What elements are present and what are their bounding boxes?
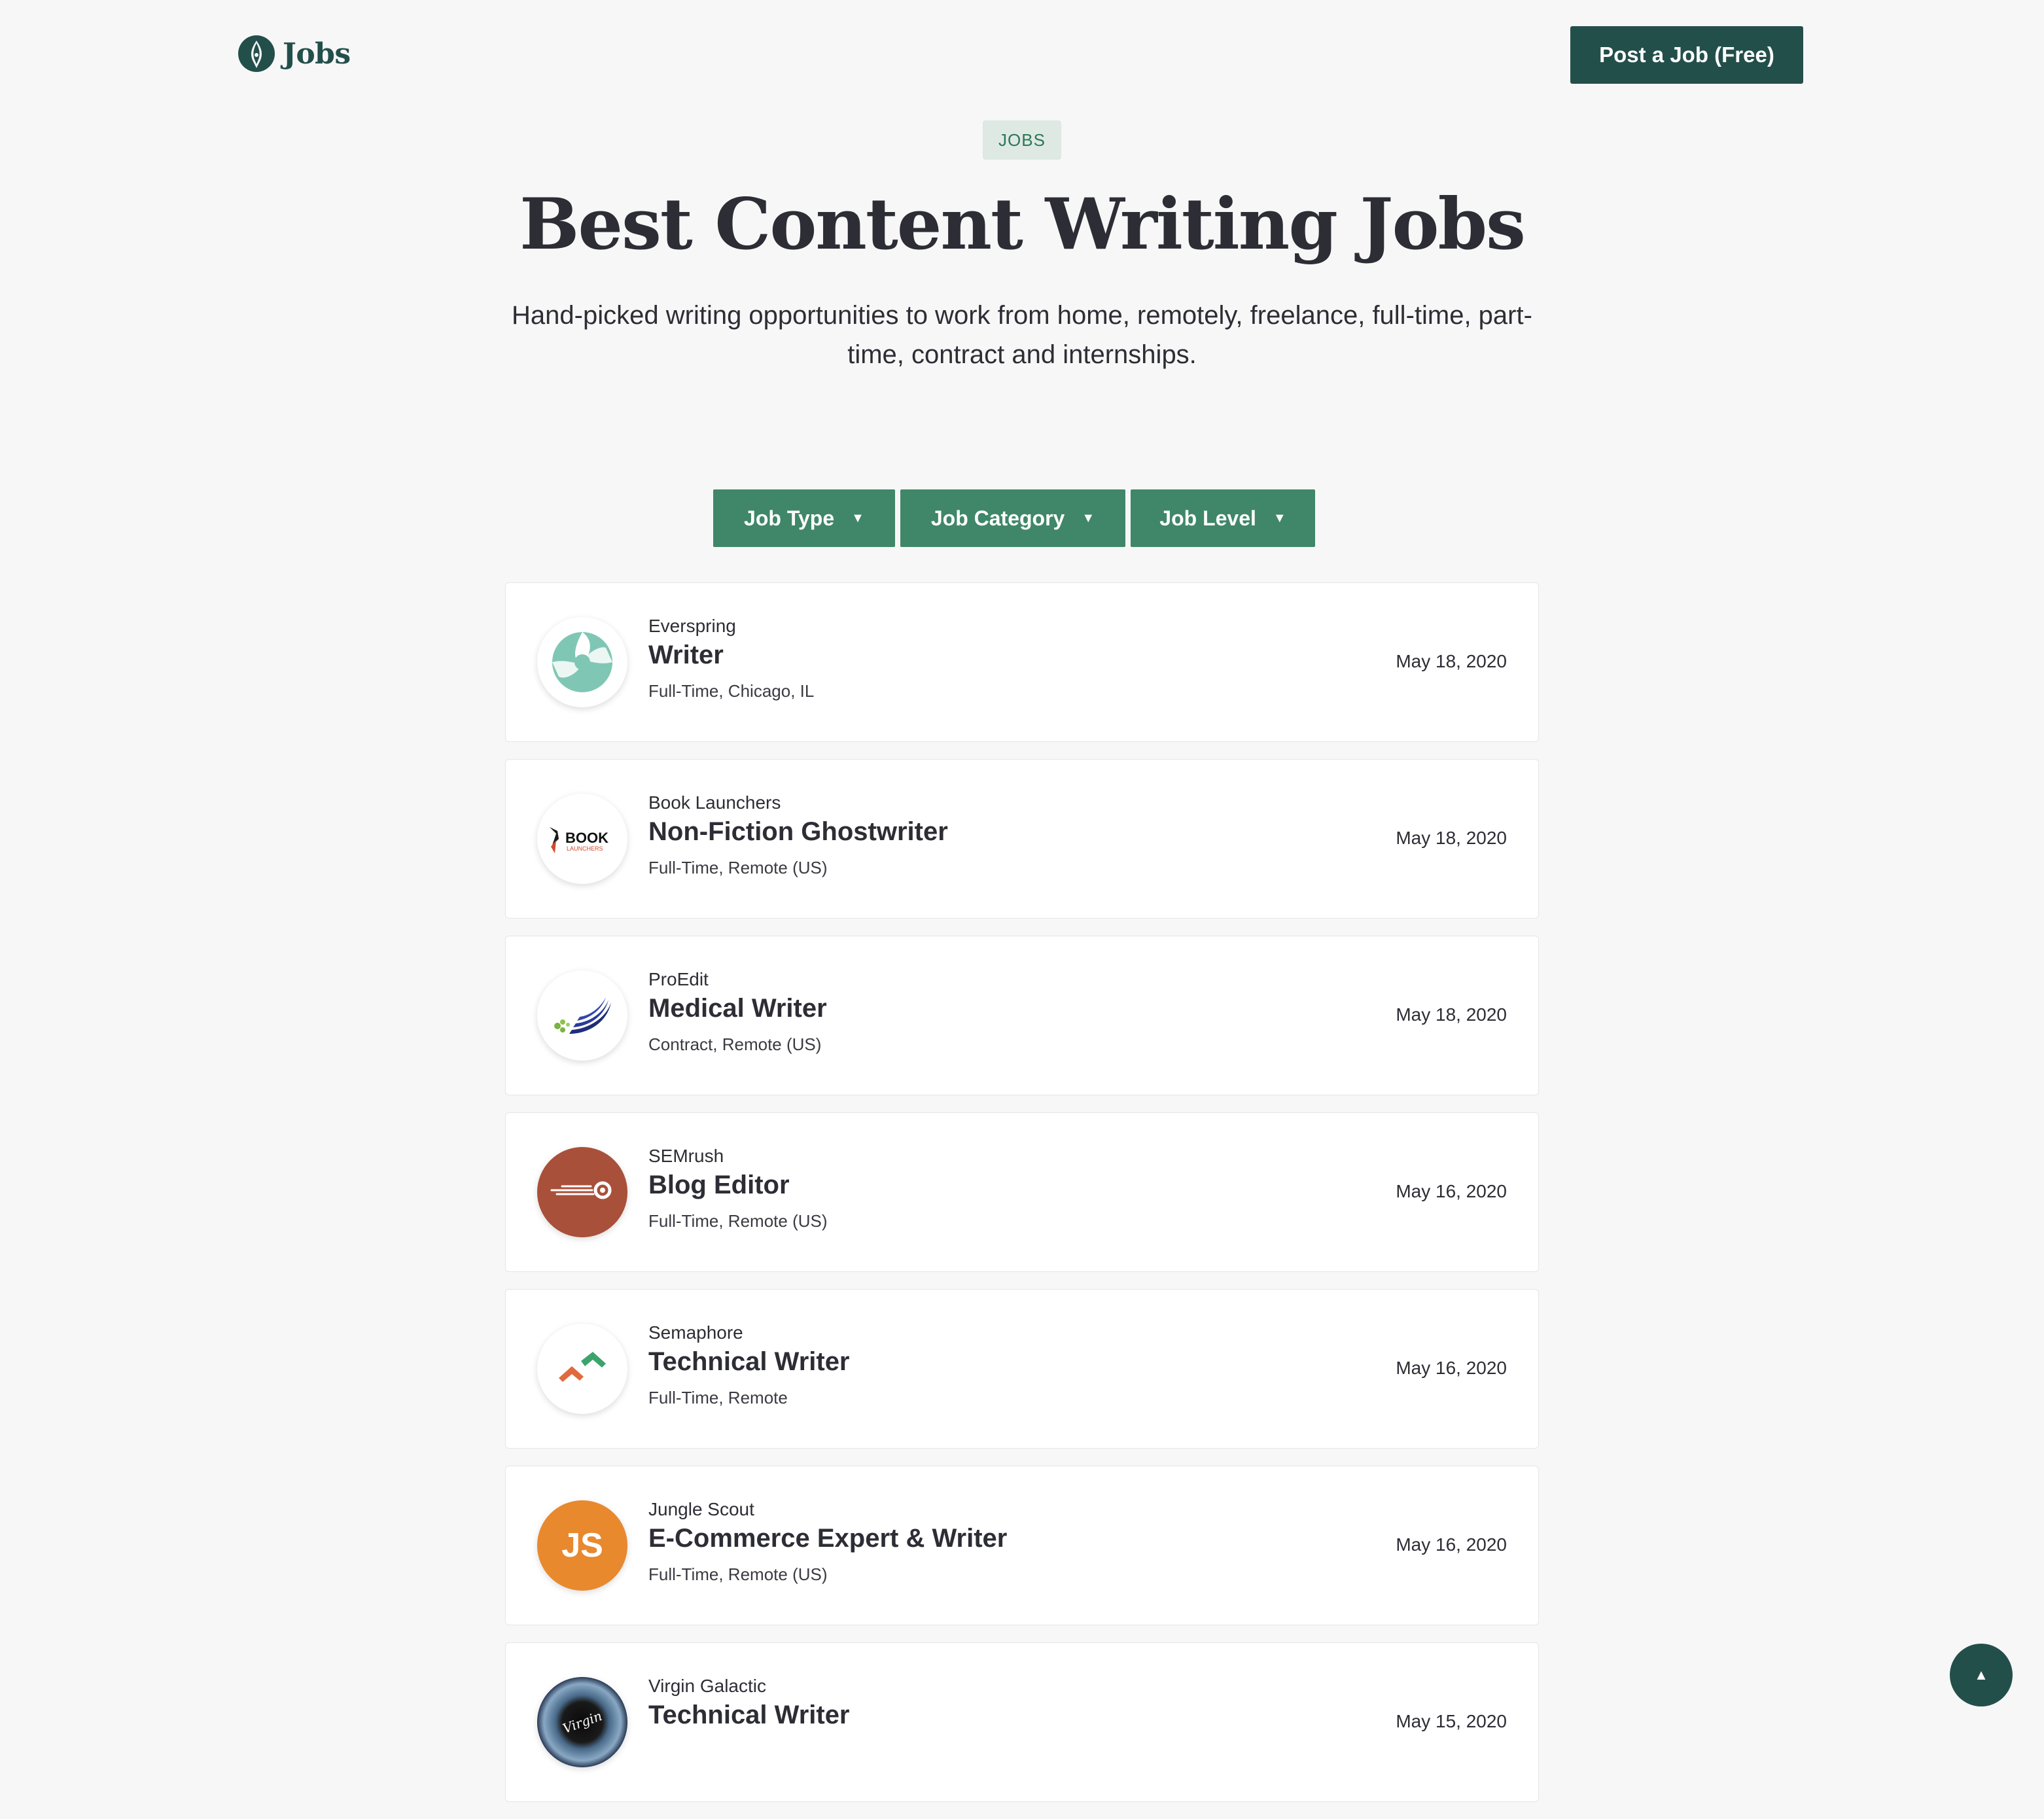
job-list: Everspring Writer Full-Time, Chicago, IL… [505, 582, 1539, 1819]
job-title[interactable]: Technical Writer [648, 1701, 850, 1730]
job-card[interactable]: ProEdit Medical Writer Contract, Remote … [505, 936, 1539, 1095]
company-avatar: JS [537, 1500, 627, 1591]
job-date: May 18, 2020 [1396, 1004, 1507, 1025]
job-title[interactable]: Non-Fiction Ghostwriter [648, 817, 948, 847]
job-date: May 16, 2020 [1396, 1181, 1507, 1201]
page-title: Best Content Writing Jobs [520, 183, 1526, 266]
job-title[interactable]: Blog Editor [648, 1171, 790, 1200]
site-logo[interactable]: Jobs [237, 34, 351, 73]
virgin-galactic-logo-icon: Virgin [537, 1677, 627, 1767]
job-date: May 15, 2020 [1396, 1711, 1507, 1731]
company-name: Semaphore [648, 1322, 743, 1343]
job-card[interactable]: Virgin Virgin Galactic Technical Writer … [505, 1642, 1539, 1802]
scroll-to-top-button[interactable]: ▲ [1950, 1644, 2013, 1706]
jungle-scout-logo-text: JS [561, 1527, 603, 1564]
book-launchers-logo-subtext: LAUNCHERS [567, 845, 603, 852]
semrush-logo-icon [537, 1147, 627, 1237]
company-avatar [537, 1147, 627, 1237]
job-category-filter[interactable]: Job Category ▼ [900, 489, 1125, 547]
caret-down-icon: ▼ [1273, 510, 1286, 525]
job-title[interactable]: Technical Writer [648, 1347, 850, 1377]
job-card[interactable]: Semaphore Technical Writer Full-Time, Re… [505, 1289, 1539, 1449]
job-meta: Full-Time, Chicago, IL [648, 681, 815, 701]
company-name: Everspring [648, 616, 736, 636]
job-title[interactable]: Writer [648, 641, 724, 670]
job-level-filter[interactable]: Job Level ▼ [1131, 489, 1315, 547]
job-card[interactable]: BOOK LAUNCHERS Book Launchers Non-Fictio… [505, 759, 1539, 919]
company-name: Book Launchers [648, 792, 781, 813]
pen-nib-logo-icon [238, 35, 275, 72]
company-name: Jungle Scout [648, 1499, 754, 1519]
company-name: SEMrush [648, 1146, 724, 1166]
job-date: May 16, 2020 [1396, 1358, 1507, 1378]
book-launchers-logo-text: BOOK [565, 830, 608, 846]
job-date: May 18, 2020 [1396, 828, 1507, 848]
semaphore-logo-icon [559, 1352, 606, 1382]
jobs-badge: JOBS [983, 120, 1061, 160]
filter-label: Job Type [744, 506, 835, 530]
book-launchers-logo-icon: BOOK LAUNCHERS [550, 827, 608, 853]
job-date: May 18, 2020 [1396, 651, 1507, 671]
everspring-logo-icon [552, 632, 612, 692]
job-title[interactable]: E-Commerce Expert & Writer [648, 1524, 1007, 1553]
caret-down-icon: ▼ [1082, 510, 1095, 525]
job-card[interactable]: Everspring Writer Full-Time, Chicago, IL… [505, 582, 1539, 742]
job-title[interactable]: Medical Writer [648, 994, 827, 1023]
job-meta: Full-Time, Remote (US) [648, 858, 828, 877]
page-subtitle: Hand-picked writing opportunities to wor… [512, 301, 1532, 369]
post-job-button[interactable]: Post a Job (Free) [1570, 26, 1803, 84]
job-meta: Full-Time, Remote (US) [648, 1211, 828, 1231]
job-card[interactable]: JS Jungle Scout E-Commerce Expert & Writ… [505, 1466, 1539, 1625]
company-name: ProEdit [648, 969, 709, 989]
proedit-logo-icon [554, 997, 611, 1034]
job-date: May 16, 2020 [1396, 1534, 1507, 1555]
job-card[interactable]: SEMrush Blog Editor Full-Time, Remote (U… [505, 1112, 1539, 1272]
job-meta: Full-Time, Remote (US) [648, 1564, 828, 1584]
caret-down-icon: ▼ [851, 510, 864, 525]
company-avatar: Virgin [537, 1677, 627, 1767]
company-name: Virgin Galactic [648, 1676, 767, 1696]
arrow-up-icon: ▲ [1974, 1667, 1988, 1683]
filter-bar: Job Type ▼ Job Category ▼ Job Level ▼ [713, 489, 1320, 547]
jungle-scout-logo-icon: JS [537, 1500, 627, 1591]
filter-label: Job Level [1159, 506, 1256, 530]
logo-text: Jobs [283, 37, 351, 71]
job-type-filter[interactable]: Job Type ▼ [713, 489, 895, 547]
company-avatar [537, 1324, 627, 1414]
company-avatar [537, 617, 627, 707]
job-meta: Contract, Remote (US) [648, 1034, 822, 1054]
filter-label: Job Category [930, 506, 1065, 530]
site-header: Jobs Post a Job (Free) [0, 0, 2044, 111]
company-avatar [537, 970, 627, 1061]
job-meta: Full-Time, Remote [648, 1388, 788, 1407]
company-avatar: BOOK LAUNCHERS [537, 794, 627, 884]
